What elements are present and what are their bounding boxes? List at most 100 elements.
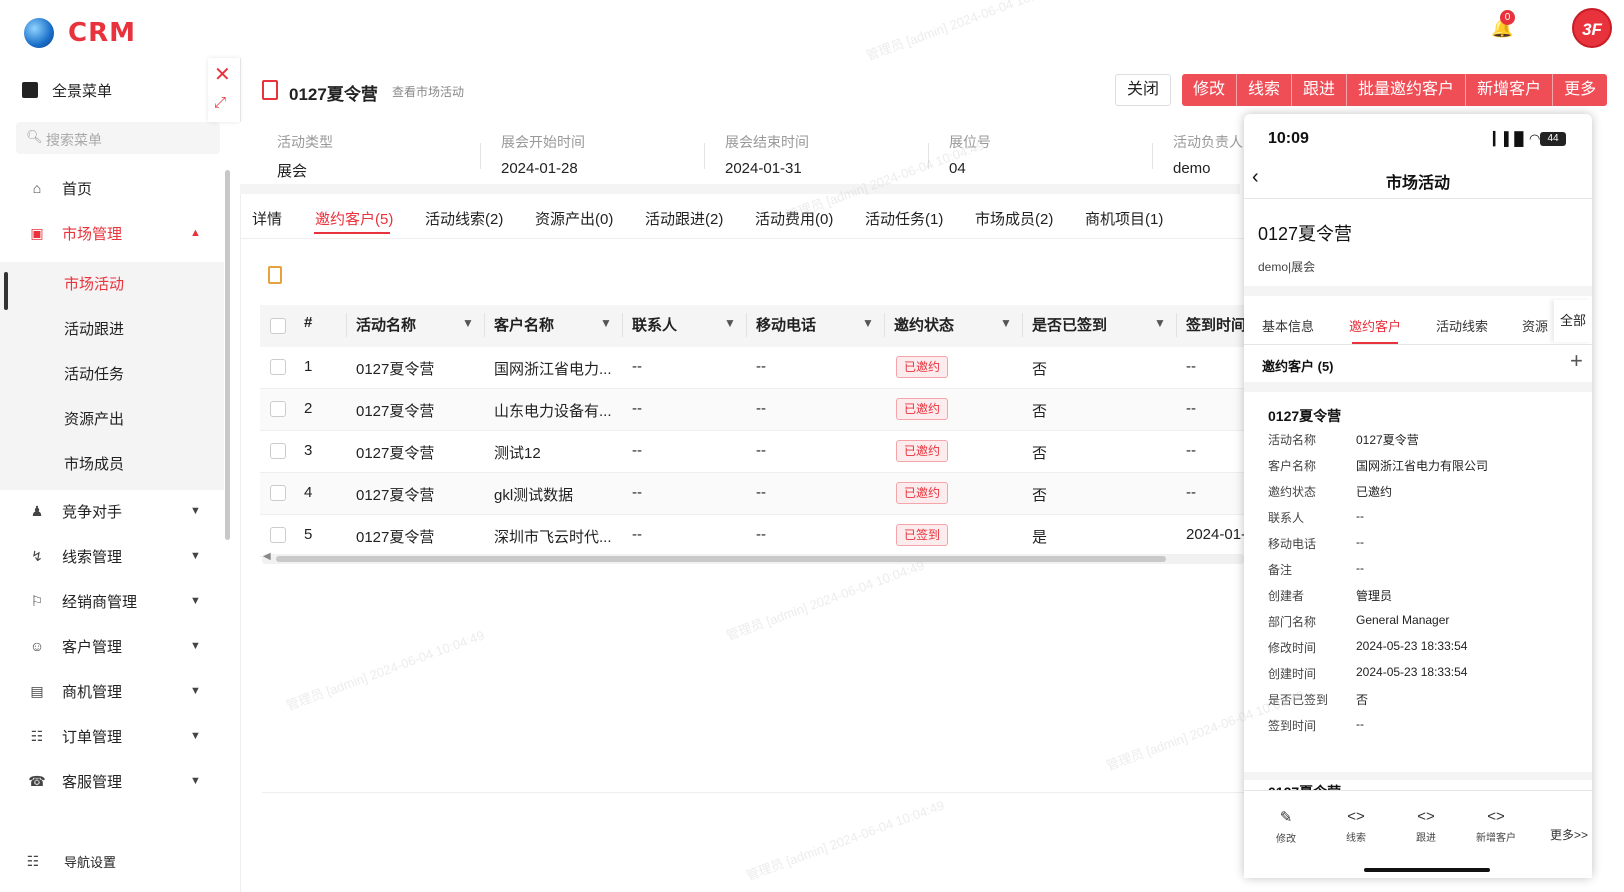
nav-settings-button[interactable]: ☷ 导航设置 [0, 846, 220, 876]
mobile-tab-leads[interactable]: 活动线索 [1436, 316, 1488, 335]
scroll-left-icon[interactable]: ◀ [263, 551, 271, 562]
row-checkbox[interactable] [270, 485, 286, 501]
mobile-add-customer-button[interactable]: <> 新增客户 [1471, 808, 1521, 844]
cell-customer[interactable]: 测试12 [494, 442, 541, 463]
dealer-icon: ⚐ [30, 592, 44, 609]
tab-opportunity[interactable]: 商机项目(1) [1085, 208, 1163, 229]
tab-activity-task[interactable]: 活动任务(1) [865, 208, 943, 229]
mobile-record-card[interactable] [1254, 392, 1582, 772]
cell-sign-time: -- [1186, 442, 1196, 459]
submenu-market-member[interactable]: 市场成员 [64, 453, 124, 474]
tab-invited-customers[interactable]: 邀约客户(5) [315, 208, 393, 229]
sidebar-item-opportunity[interactable]: ▤ 商机管理 ▼ [0, 671, 220, 711]
signal-wifi-icon: ▎▌█ ◠ [1493, 131, 1542, 146]
info-activity-type: 活动类型 展会 [277, 134, 333, 180]
cell-phone: -- [756, 442, 766, 459]
sidebar-item-service[interactable]: ☎ 客服管理 ▼ [0, 761, 220, 801]
cell-customer[interactable]: 深圳市飞云时代... [494, 526, 612, 547]
status-badge: 已签到 [896, 524, 949, 546]
search-placeholder: 搜索菜单 [46, 132, 102, 148]
chevron-down-icon: ▼ [190, 640, 201, 652]
sidebar-item-order[interactable]: ☷ 订单管理 ▼ [0, 716, 220, 756]
field-label: 签到时间 [1268, 719, 1317, 733]
sidebar-item-label: 市场管理 [62, 225, 123, 243]
filter-icon[interactable]: ▼ [600, 316, 612, 330]
avatar[interactable]: 3F [1572, 8, 1612, 48]
tab-activity-followup[interactable]: 活动跟进(2) [645, 208, 723, 229]
divider [346, 313, 347, 337]
export-icon[interactable] [268, 266, 282, 284]
sidebar-item-competitor[interactable]: ♟ 竞争对手 ▼ [0, 491, 220, 531]
batch-invite-button[interactable]: 批量邀约客户 [1347, 74, 1467, 106]
mobile-tab-all[interactable]: 全部 [1554, 300, 1592, 342]
filter-icon[interactable]: ▼ [1154, 316, 1166, 330]
sidebar-item-home[interactable]: ⌂ 首页 [0, 168, 220, 208]
row-checkbox[interactable] [270, 359, 286, 375]
mobile-tab-resource[interactable]: 资源 [1522, 316, 1548, 335]
row-checkbox[interactable] [270, 443, 286, 459]
mobile-leads-button[interactable]: <> 线索 [1331, 808, 1381, 844]
close-icon[interactable]: ✕ [214, 62, 231, 87]
sidebar-item-leads[interactable]: ↯ 线索管理 ▼ [0, 536, 220, 576]
field-label: 是否已签到 [1268, 693, 1329, 707]
cell-customer[interactable]: gkl测试数据 [494, 484, 573, 505]
submenu-activity-followup[interactable]: 活动跟进 [64, 318, 124, 339]
tab-activity-cost[interactable]: 活动费用(0) [755, 208, 833, 229]
sidebar-scrollbar[interactable] [225, 170, 230, 540]
divider [262, 792, 1244, 793]
cell-phone: -- [756, 484, 766, 501]
submenu-resource-output[interactable]: 资源产出 [64, 408, 124, 429]
filter-icon[interactable]: ▼ [862, 316, 874, 330]
tab-resource-output[interactable]: 资源产出(0) [535, 208, 613, 229]
cell-index: 1 [304, 358, 313, 375]
mobile-followup-button[interactable]: <> 跟进 [1401, 808, 1451, 844]
submenu-market-activity[interactable]: 市场活动 [64, 273, 124, 294]
notification-badge: 0 [1500, 10, 1515, 25]
plus-icon[interactable]: + [1570, 348, 1583, 374]
sidebar-item-market[interactable]: ▣ 市场管理 ▲ [0, 213, 220, 253]
close-button[interactable]: 关闭 [1115, 74, 1171, 106]
filter-icon[interactable]: ▼ [724, 316, 736, 330]
divider [1176, 313, 1177, 337]
submenu-activity-task[interactable]: 活动任务 [64, 363, 124, 384]
divider [704, 143, 705, 169]
leads-button[interactable]: 线索 [1237, 74, 1293, 106]
tab-market-member[interactable]: 市场成员(2) [975, 208, 1053, 229]
mobile-more-button[interactable]: 更多>> [1550, 826, 1588, 843]
sidebar-item-customer[interactable]: ☺ 客户管理 ▼ [0, 626, 220, 666]
divider [1152, 143, 1153, 169]
mobile-leads-label: 线索 [1346, 833, 1366, 844]
add-customer-button[interactable]: 新增客户 [1466, 74, 1554, 106]
sidebar-item-dealer[interactable]: ⚐ 经销商管理 ▼ [0, 581, 220, 621]
cell-signed: 否 [1032, 487, 1048, 504]
section-gap [1244, 772, 1592, 780]
all-menu-label: 全景菜单 [52, 82, 113, 100]
mobile-tab-basic-info[interactable]: 基本信息 [1262, 316, 1314, 335]
sidebar-item-label: 客户管理 [62, 638, 123, 656]
mobile-tab-invited[interactable]: 邀约客户 [1349, 316, 1401, 335]
horizontal-scrollbar[interactable] [276, 556, 1166, 562]
card-title: 0127夏令营 [1268, 408, 1342, 424]
search-menu-input[interactable]: 🔍︎ 搜索菜单 [16, 122, 220, 154]
select-all-checkbox[interactable] [270, 318, 286, 334]
active-indicator [4, 272, 8, 310]
back-icon[interactable]: ‹ [1252, 166, 1259, 189]
followup-button[interactable]: 跟进 [1292, 74, 1348, 106]
settings-grid-icon: ☷ [26, 852, 40, 869]
edit-button[interactable]: 修改 [1182, 74, 1238, 106]
filter-icon[interactable]: ▼ [462, 316, 474, 330]
tab-detail[interactable]: 详情 [252, 208, 282, 229]
cell-activity: 0127夏令营 [356, 361, 435, 378]
row-checkbox[interactable] [270, 527, 286, 543]
mobile-edit-button[interactable]: ✎ 修改 [1261, 808, 1311, 845]
all-menu-button[interactable]: 全景菜单 [0, 70, 220, 110]
filter-icon[interactable]: ▼ [1000, 316, 1012, 330]
field-label: 客户名称 [1268, 459, 1317, 473]
more-button[interactable]: 更多 [1553, 74, 1607, 106]
row-checkbox[interactable] [270, 401, 286, 417]
cell-contact: -- [632, 484, 642, 501]
tab-activity-leads[interactable]: 活动线索(2) [425, 208, 503, 229]
expand-icon[interactable]: ⤢ [214, 94, 226, 111]
cell-customer[interactable]: 国网浙江省电力... [494, 358, 612, 379]
cell-customer[interactable]: 山东电力设备有... [494, 400, 612, 421]
